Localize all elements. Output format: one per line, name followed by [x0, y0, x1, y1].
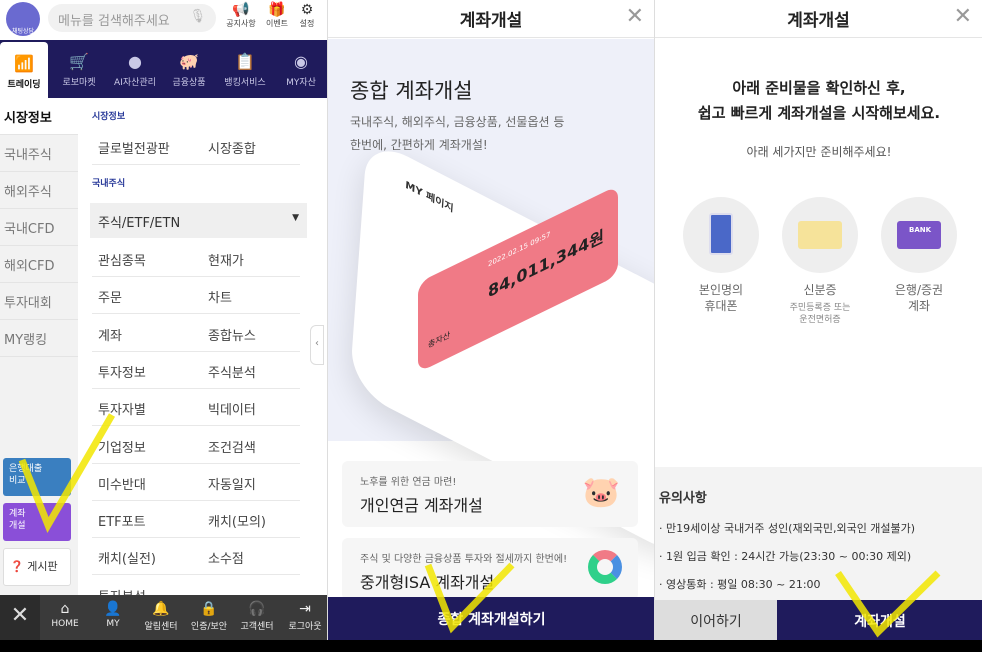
check-annotation: [835, 570, 941, 638]
annotation-overlay: [18, 413, 941, 638]
check-annotation: [18, 413, 116, 533]
check-annotation: [424, 562, 515, 634]
